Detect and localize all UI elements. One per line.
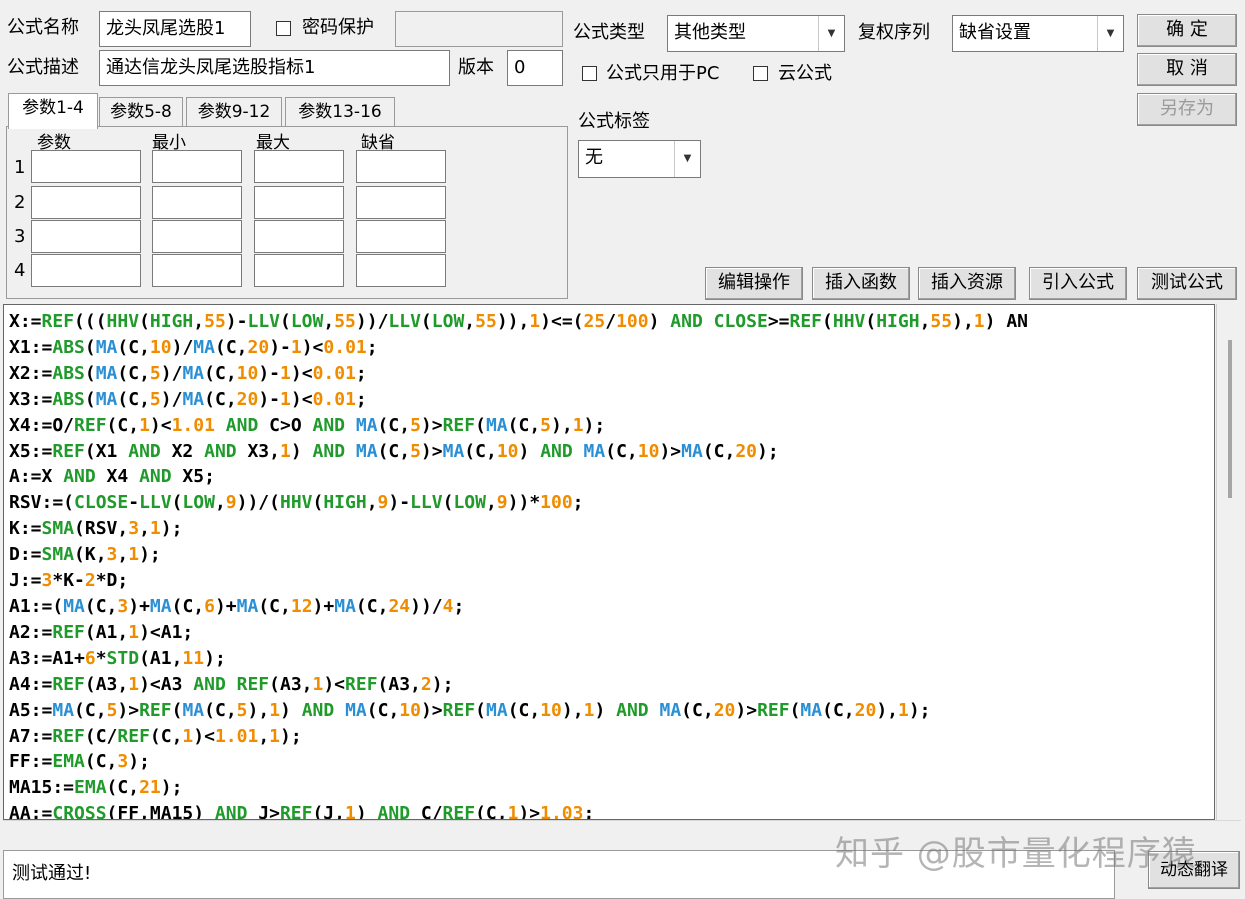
formula-tag-label: 公式标签 (578, 111, 650, 132)
param-default-input[interactable] (356, 186, 446, 219)
code-editor[interactable]: X:=REF(((HHV(HIGH,55)-LLV(LOW,55))/LLV(L… (3, 304, 1215, 820)
formula-tag-select[interactable]: 无 ▼ (578, 140, 701, 178)
version-input[interactable]: 0 (507, 50, 563, 86)
formula-desc-input[interactable]: 通达信龙头凤尾选股指标1 (99, 50, 450, 86)
import-formula-button[interactable]: 引入公式 (1029, 267, 1127, 300)
pc-only-checkbox[interactable] (582, 66, 597, 81)
cancel-button[interactable]: 取 消 (1137, 53, 1237, 86)
formula-name-label: 公式名称 (7, 17, 79, 38)
adjust-seq-select[interactable]: 缺省设置 ▼ (952, 15, 1124, 52)
formula-type-value: 其他类型 (674, 22, 746, 43)
status-text: 测试通过! (12, 863, 92, 884)
chevron-down-icon[interactable]: ▼ (674, 141, 700, 177)
formula-type-label: 公式类型 (573, 22, 645, 43)
adjust-seq-value: 缺省设置 (959, 22, 1031, 43)
vertical-scrollbar[interactable] (1216, 304, 1241, 820)
param-name-input[interactable] (31, 186, 141, 219)
formula-type-select[interactable]: 其他类型 ▼ (667, 15, 845, 52)
cloud-formula-checkbox[interactable] (753, 66, 768, 81)
param-max-input[interactable] (254, 150, 344, 183)
save-as-button[interactable]: 另存为 (1137, 93, 1237, 126)
param-default-input[interactable] (356, 220, 446, 253)
insert-function-button[interactable]: 插入函数 (812, 267, 910, 300)
chevron-down-icon[interactable]: ▼ (818, 16, 844, 51)
tab-params-9-12[interactable]: 参数9-12 (186, 97, 282, 127)
param-max-input[interactable] (254, 220, 344, 253)
formula-desc-label: 公式描述 (7, 57, 79, 78)
tab-params-1-4[interactable]: 参数1-4 (8, 93, 98, 129)
param-default-input[interactable] (356, 150, 446, 183)
param-min-input[interactable] (152, 254, 242, 287)
param-row-number: 2 (14, 192, 26, 213)
test-formula-button[interactable]: 测试公式 (1137, 267, 1237, 300)
param-max-input[interactable] (254, 254, 344, 287)
scrollbar-thumb[interactable] (1228, 340, 1232, 498)
param-row-number: 1 (14, 157, 26, 178)
formula-name-input[interactable]: 龙头凤尾选股1 (99, 11, 251, 47)
password-input[interactable] (395, 11, 563, 47)
param-min-input[interactable] (152, 186, 242, 219)
param-default-input[interactable] (356, 254, 446, 287)
param-name-input[interactable] (31, 150, 141, 183)
cloud-formula-label: 云公式 (778, 63, 832, 84)
pc-only-label: 公式只用于PC (606, 63, 720, 84)
param-min-input[interactable] (152, 220, 242, 253)
param-name-input[interactable] (31, 254, 141, 287)
tab-params-13-16[interactable]: 参数13-16 (285, 97, 395, 127)
edit-operation-button[interactable]: 编辑操作 (705, 267, 803, 300)
param-name-input[interactable] (31, 220, 141, 253)
param-row-number: 3 (14, 226, 26, 247)
code-text: X:=REF(((HHV(HIGH,55)-LLV(LOW,55))/LLV(L… (9, 311, 1028, 820)
ok-button[interactable]: 确 定 (1137, 14, 1237, 47)
watermark: 知乎 @股市量化程序猿 (835, 834, 1197, 874)
password-protect-checkbox[interactable] (276, 21, 291, 36)
adjust-seq-label: 复权序列 (858, 22, 930, 43)
param-min-input[interactable] (152, 150, 242, 183)
chevron-down-icon[interactable]: ▼ (1097, 16, 1123, 51)
version-label: 版本 (458, 57, 494, 78)
formula-tag-value: 无 (585, 147, 603, 168)
password-protect-label: 密码保护 (302, 17, 374, 38)
insert-resource-button[interactable]: 插入资源 (918, 267, 1016, 300)
param-max-input[interactable] (254, 186, 344, 219)
param-row-number: 4 (14, 260, 26, 281)
tab-params-5-8[interactable]: 参数5-8 (99, 97, 183, 127)
